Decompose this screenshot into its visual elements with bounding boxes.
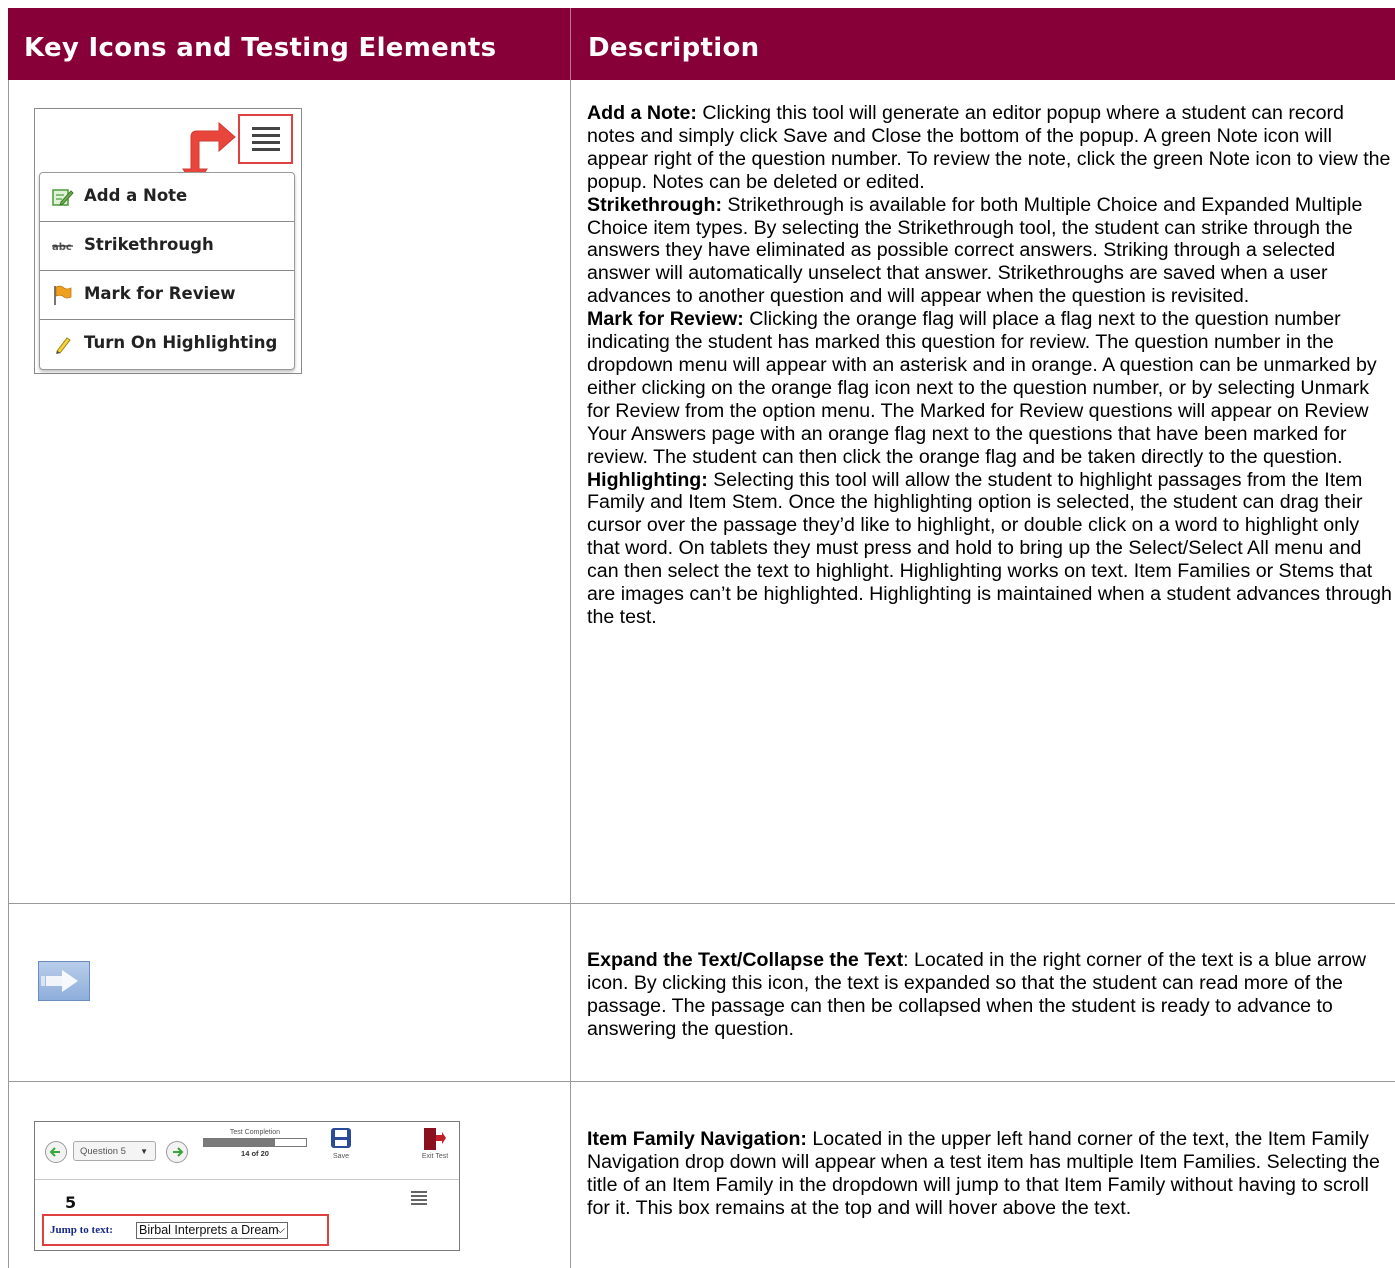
menu-item-label: Add a Note — [84, 186, 188, 205]
question-select[interactable]: Question 5 ▼ — [73, 1141, 156, 1161]
jump-to-text-label: Jump to text: — [50, 1224, 113, 1236]
next-question-button[interactable] — [166, 1141, 188, 1163]
menu-item-highlighting[interactable]: Turn On Highlighting — [40, 320, 294, 368]
nav-title: Item Family Navigation: — [587, 1128, 807, 1150]
strikethrough-paragraph: Strikethrough: Strikethrough is availabl… — [587, 194, 1392, 309]
nav-paragraph: Item Family Navigation: Located in the u… — [587, 1128, 1392, 1220]
svg-text:abc: abc — [52, 242, 72, 253]
expand-paragraph: Expand the Text/Collapse the Text: Locat… — [587, 949, 1392, 1041]
options-menu-screenshot: Add a Note abc Strikethrough Mark for Re… — [34, 108, 302, 374]
question-select-value: Question 5 — [80, 1146, 126, 1157]
review-title: Mark for Review: — [587, 308, 744, 331]
highlighting-title: Highlighting: — [587, 468, 708, 491]
right-arrow-icon — [173, 1147, 184, 1157]
progress-count: 14 of 20 — [241, 1149, 269, 1158]
row-divider — [8, 1081, 1395, 1082]
chevron-down-icon: ⌵ — [275, 1222, 285, 1236]
save-label: Save — [333, 1153, 349, 1160]
progress-bar — [203, 1138, 307, 1147]
prev-question-button[interactable] — [45, 1141, 67, 1163]
row-divider — [8, 903, 1395, 904]
left-arrow-icon — [49, 1147, 60, 1157]
exit-door-icon[interactable] — [422, 1127, 446, 1151]
menu-item-add-note[interactable]: Add a Note — [40, 173, 294, 222]
review-paragraph: Mark for Review: Clicking the orange fla… — [587, 308, 1392, 468]
save-disk-icon[interactable] — [330, 1127, 352, 1149]
nav-toolbar: Question 5 ▼ Test Completion 14 of 20 Sa… — [35, 1122, 459, 1180]
table-header: Key Icons and Testing Elements Descripti… — [8, 8, 1395, 80]
menu-item-label: Strikethrough — [84, 235, 214, 254]
menu-item-label: Turn On Highlighting — [84, 333, 278, 352]
progress-fill — [204, 1139, 276, 1146]
review-text: Clicking the orange flag will place a fl… — [587, 308, 1377, 468]
add-note-paragraph: Add a Note: Clicking this tool will gene… — [587, 102, 1392, 194]
expand-arrow-icon[interactable] — [38, 961, 90, 1001]
header-col-description: Description — [588, 33, 760, 63]
options-menu: Add a Note abc Strikethrough Mark for Re… — [39, 172, 295, 370]
progress-label: Test Completion — [229, 1129, 281, 1136]
row3-description: Item Family Navigation: Located in the u… — [587, 1128, 1392, 1220]
row2-description: Expand the Text/Collapse the Text: Locat… — [587, 949, 1392, 1041]
caret-down-icon: ▼ — [140, 1147, 148, 1156]
highlighter-pen-icon — [56, 337, 71, 354]
header-col-icons: Key Icons and Testing Elements — [24, 33, 497, 63]
jump-to-text-value: Birbal Interprets a Dream — [139, 1223, 279, 1237]
menu-hamburger-icon[interactable] — [238, 114, 293, 164]
add-note-text: Clicking this tool will generate an edit… — [587, 102, 1391, 193]
exit-label: Exit Test — [421, 1153, 449, 1160]
highlighting-paragraph: Highlighting: Selecting this tool will a… — [587, 469, 1392, 629]
highlighting-text: Selecting this tool will allow the stude… — [587, 468, 1392, 628]
column-divider — [570, 80, 571, 1268]
note-edit-icon — [52, 189, 74, 206]
expand-title: Expand the Text/Collapse the Text — [587, 949, 904, 971]
question-number: 5 — [65, 1193, 77, 1212]
item-family-nav-screenshot: Question 5 ▼ Test Completion 14 of 20 Sa… — [34, 1121, 460, 1251]
orange-flag-icon — [54, 285, 72, 305]
table-left-border — [8, 80, 9, 1268]
jump-to-text-box: Jump to text: Birbal Interprets a Dream … — [42, 1214, 329, 1246]
menu-item-label: Mark for Review — [84, 284, 236, 303]
add-note-title: Add a Note: — [587, 102, 697, 124]
strikethrough-abc-icon: abc — [52, 242, 73, 253]
options-menu-icon[interactable] — [411, 1191, 427, 1205]
menu-item-strikethrough[interactable]: abc Strikethrough — [40, 222, 294, 271]
menu-item-mark-review[interactable]: Mark for Review — [40, 271, 294, 320]
icons-table: Key Icons and Testing Elements Descripti… — [8, 8, 1395, 1268]
strikethrough-title: Strikethrough: — [587, 193, 722, 216]
jump-to-text-select[interactable]: Birbal Interprets a Dream ⌵ — [136, 1222, 288, 1239]
row1-description: Add a Note: Clicking this tool will gene… — [587, 102, 1392, 629]
header-divider — [570, 8, 571, 80]
